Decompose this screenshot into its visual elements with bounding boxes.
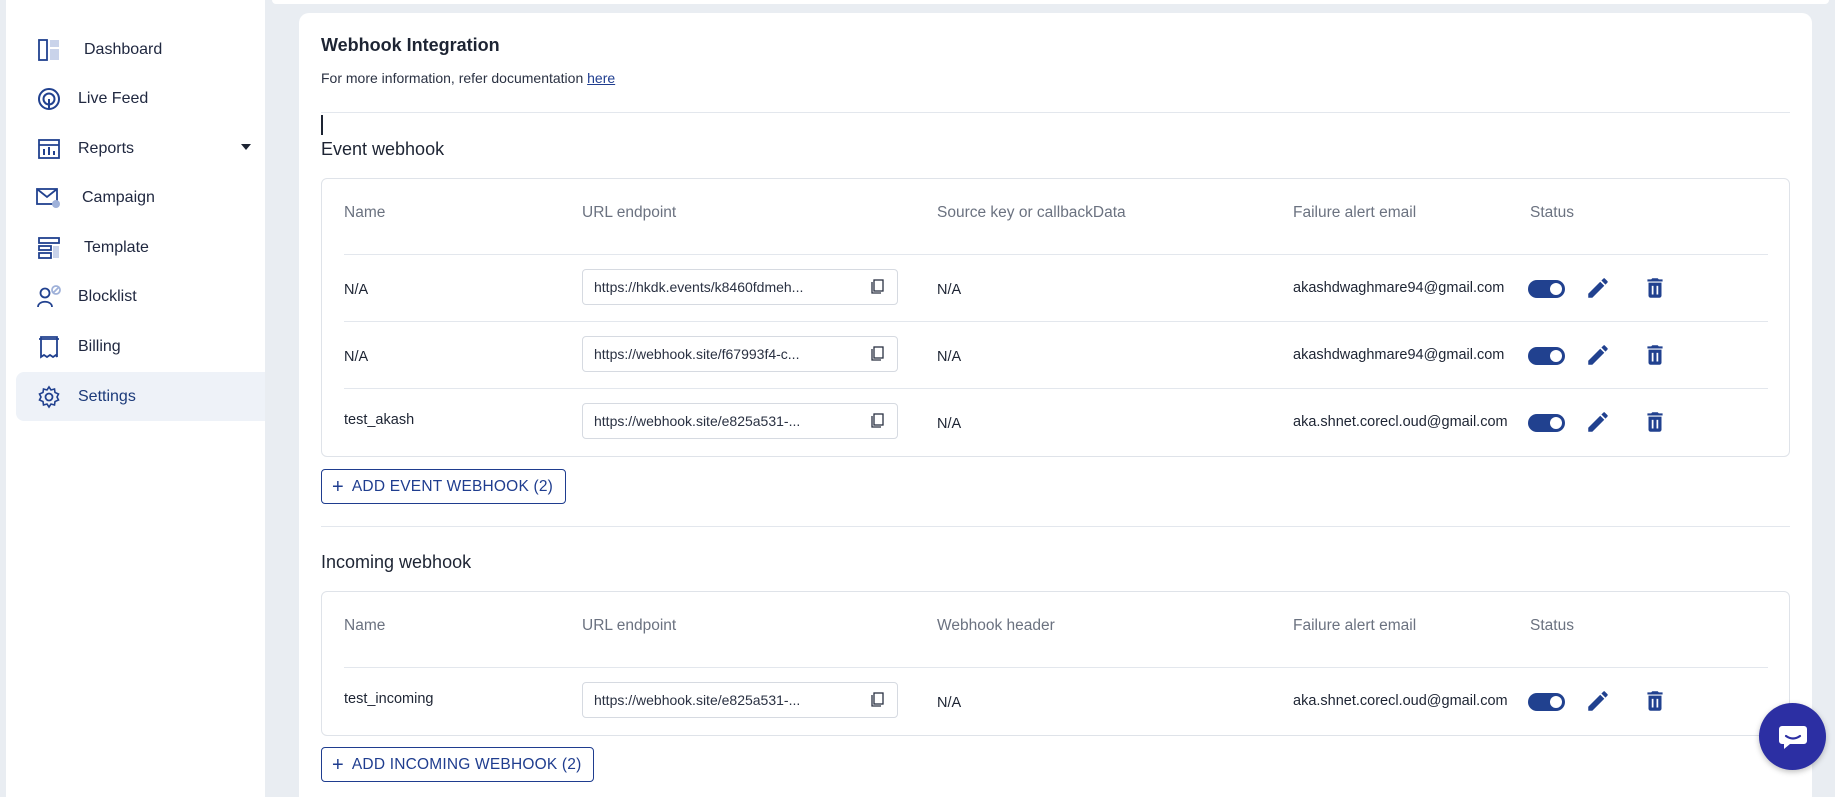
copy-icon[interactable] — [869, 344, 887, 362]
table-row: test_incoming https://webhook.site/e825a… — [322, 668, 1791, 735]
divider — [321, 526, 1790, 527]
sidebar-item-label: Template — [84, 238, 149, 256]
column-header-email: Failure alert email — [1293, 617, 1417, 634]
url-endpoint-value: https://webhook.site/e825a531-... — [594, 413, 801, 429]
webhook-name: test_incoming — [344, 691, 434, 707]
event-webhook-table: Name URL endpoint Source key or callback… — [321, 178, 1790, 457]
webhook-header: N/A — [937, 695, 962, 711]
column-header-status: Status — [1530, 204, 1574, 221]
sidebar: Dashboard Live Feed Reports Campaign Tem… — [6, 0, 265, 797]
sidebar-item-label: Live Feed — [78, 89, 149, 107]
campaign-icon — [34, 183, 64, 213]
failure-email: akashdwaghmare94@gmail.com — [1293, 280, 1505, 296]
source-key: N/A — [937, 416, 962, 432]
info-text: For more information, refer documentatio… — [321, 70, 615, 86]
sidebar-item-blocklist[interactable]: Blocklist — [16, 272, 265, 321]
incoming-webhook-table: Name URL endpoint Webhook header Failure… — [321, 591, 1790, 736]
add-incoming-webhook-button[interactable]: + ADD INCOMING WEBHOOK (2) — [321, 747, 595, 782]
chat-icon — [1778, 725, 1807, 749]
webhook-name: N/A — [344, 349, 369, 365]
divider — [321, 112, 1790, 113]
failure-email: aka.shnet.corecl.oud@gmail.com — [1293, 693, 1508, 709]
sidebar-item-live-feed[interactable]: Live Feed — [16, 74, 265, 123]
page-title: Webhook Integration — [321, 35, 500, 55]
text-cursor — [321, 115, 323, 135]
copy-icon[interactable] — [869, 690, 887, 708]
live-feed-icon — [34, 84, 64, 114]
sidebar-item-dashboard[interactable]: Dashboard — [16, 25, 265, 74]
table-row: N/A https://webhook.site/f67993f4-c... N… — [322, 322, 1791, 389]
table-row: test_akash https://webhook.site/e825a531… — [322, 389, 1791, 456]
status-toggle[interactable] — [1528, 347, 1565, 365]
table-row: N/A https://hkdk.events/k8460fdmeh... N/… — [322, 255, 1791, 322]
failure-email: aka.shnet.corecl.oud@gmail.com — [1293, 414, 1508, 430]
blocklist-icon — [34, 282, 64, 312]
event-webhook-title: Event webhook — [321, 139, 445, 159]
column-header-url: URL endpoint — [582, 204, 677, 221]
sidebar-item-settings[interactable]: Settings — [16, 372, 265, 421]
edit-icon[interactable] — [1585, 342, 1611, 368]
sidebar-item-label: Blocklist — [78, 287, 137, 305]
sidebar-item-template[interactable]: Template — [16, 223, 265, 272]
chevron-down-icon[interactable] — [241, 144, 251, 150]
url-endpoint-value: https://hkdk.events/k8460fdmeh... — [594, 279, 804, 295]
webhook-name: test_akash — [344, 412, 415, 428]
add-event-webhook-button[interactable]: + ADD EVENT WEBHOOK (2) — [321, 469, 567, 504]
chat-launcher-button[interactable] — [1759, 703, 1826, 770]
url-endpoint-field[interactable]: https://webhook.site/e825a531-... — [582, 403, 898, 439]
column-header-status: Status — [1530, 617, 1574, 634]
column-header-webhook-header: Webhook header — [937, 617, 1055, 634]
webhook-name: N/A — [344, 282, 369, 298]
edit-icon[interactable] — [1585, 688, 1611, 714]
column-header-name: Name — [344, 617, 386, 634]
dashboard-icon — [34, 35, 64, 65]
add-incoming-webhook-label: ADD INCOMING WEBHOOK (2) — [351, 755, 582, 773]
failure-email: akashdwaghmare94@gmail.com — [1293, 347, 1505, 363]
sidebar-item-label: Campaign — [82, 188, 155, 206]
column-header-name: Name — [344, 204, 386, 221]
delete-icon[interactable] — [1642, 688, 1668, 714]
incoming-webhook-title: Incoming webhook — [321, 552, 472, 572]
template-icon — [34, 233, 64, 263]
sidebar-item-label: Settings — [78, 387, 136, 405]
billing-icon — [34, 332, 64, 362]
copy-icon[interactable] — [869, 411, 887, 429]
plus-icon: + — [332, 753, 344, 776]
sidebar-item-reports[interactable]: Reports — [16, 124, 265, 173]
delete-icon[interactable] — [1642, 409, 1668, 435]
settings-icon — [34, 382, 64, 412]
status-toggle[interactable] — [1528, 693, 1565, 711]
sidebar-item-label: Reports — [78, 139, 135, 157]
sidebar-item-label: Billing — [78, 337, 121, 355]
edit-icon[interactable] — [1585, 275, 1611, 301]
sidebar-item-billing[interactable]: Billing — [16, 322, 265, 371]
copy-icon[interactable] — [869, 277, 887, 295]
info-text-label: For more information, refer documentatio… — [321, 70, 588, 86]
url-endpoint-field[interactable]: https://webhook.site/e825a531-... — [582, 682, 898, 718]
sidebar-item-label: Dashboard — [84, 40, 163, 58]
sidebar-item-campaign[interactable]: Campaign — [16, 173, 265, 222]
url-endpoint-value: https://webhook.site/f67993f4-c... — [594, 346, 800, 362]
reports-icon — [34, 134, 64, 164]
documentation-link[interactable]: here — [587, 70, 615, 86]
url-endpoint-field[interactable]: https://webhook.site/f67993f4-c... — [582, 336, 898, 372]
source-key: N/A — [937, 282, 962, 298]
status-toggle[interactable] — [1528, 414, 1565, 432]
top-bar — [272, 0, 1829, 4]
url-endpoint-field[interactable]: https://hkdk.events/k8460fdmeh... — [582, 269, 898, 305]
delete-icon[interactable] — [1642, 275, 1668, 301]
plus-icon: + — [332, 475, 344, 498]
column-header-url: URL endpoint — [582, 617, 677, 634]
delete-icon[interactable] — [1642, 342, 1668, 368]
column-header-source: Source key or callbackData — [937, 204, 1126, 221]
url-endpoint-value: https://webhook.site/e825a531-... — [594, 692, 801, 708]
column-header-email: Failure alert email — [1293, 204, 1417, 221]
edit-icon[interactable] — [1585, 409, 1611, 435]
add-event-webhook-label: ADD EVENT WEBHOOK (2) — [351, 477, 554, 495]
status-toggle[interactable] — [1528, 280, 1565, 298]
main-panel: Webhook Integration For more information… — [299, 13, 1812, 797]
source-key: N/A — [937, 349, 962, 365]
